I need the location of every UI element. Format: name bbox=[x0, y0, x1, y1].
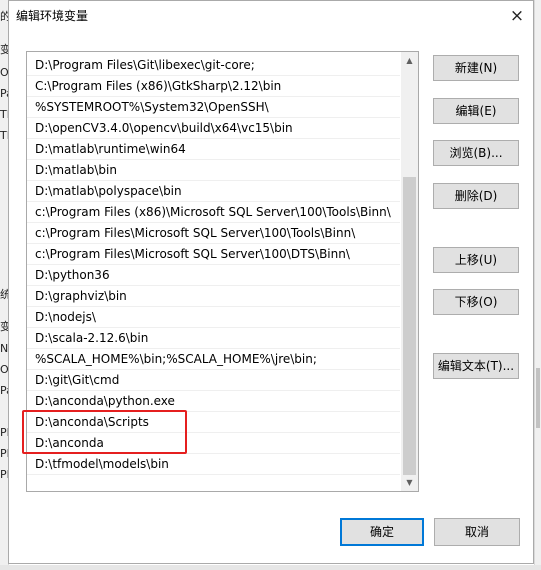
background-label: O bbox=[0, 363, 8, 376]
list-item[interactable]: c:\Program Files\Microsoft SQL Server\10… bbox=[27, 223, 400, 244]
list-item[interactable]: D:\matlab\bin bbox=[27, 160, 400, 181]
move-down-button[interactable]: 下移(O) bbox=[433, 289, 519, 315]
background-label: O bbox=[0, 66, 8, 79]
list-item[interactable]: D:\nodejs\ bbox=[27, 307, 400, 328]
list-item[interactable]: %SCALA_HOME%\bin;%SCALA_HOME%\jre\bin; bbox=[27, 349, 400, 370]
list-item[interactable]: D:\Program Files\Git\libexec\git-core; bbox=[27, 55, 400, 76]
background-label: TI bbox=[0, 129, 8, 142]
list-item[interactable]: D:\git\Git\cmd bbox=[27, 370, 400, 391]
list-item[interactable]: D:\scala-2.12.6\bin bbox=[27, 328, 400, 349]
new-button[interactable]: 新建(N) bbox=[433, 55, 519, 81]
delete-button[interactable]: 删除(D) bbox=[433, 183, 519, 209]
edit-env-variable-dialog: 编辑环境变量 × D:\Program Files\Git\libexec\gi… bbox=[8, 0, 534, 564]
background-label: 统 bbox=[0, 288, 8, 301]
list-item[interactable]: c:\Program Files\Microsoft SQL Server\10… bbox=[27, 244, 400, 265]
close-icon[interactable]: × bbox=[502, 1, 532, 31]
background-label: PF bbox=[0, 447, 8, 460]
background-scroll-thumb bbox=[536, 368, 540, 428]
dialog-title: 编辑环境变量 bbox=[16, 9, 89, 23]
background-label: TE bbox=[0, 108, 8, 121]
background-label: 变 bbox=[0, 320, 8, 333]
move-up-button[interactable]: 上移(U) bbox=[433, 247, 519, 273]
scroll-up-arrow-icon[interactable]: ▲ bbox=[401, 52, 418, 69]
list-item[interactable]: D:\tfmodel\models\bin bbox=[27, 454, 400, 475]
list-item[interactable]: D:\python36 bbox=[27, 265, 400, 286]
edit-text-button[interactable]: 编辑文本(T)... bbox=[433, 353, 519, 379]
background-label: Pa bbox=[0, 87, 8, 100]
list-item[interactable]: D:\matlab\polyspace\bin bbox=[27, 181, 400, 202]
list-vertical-scrollbar[interactable]: ▲ ▼ bbox=[401, 52, 418, 491]
list-item[interactable]: D:\anconda bbox=[27, 433, 400, 454]
list-item[interactable]: D:\graphviz\bin bbox=[27, 286, 400, 307]
background-label: PF bbox=[0, 468, 8, 481]
background-window-scrollbar bbox=[534, 0, 541, 570]
scroll-thumb[interactable] bbox=[403, 177, 416, 475]
list-item[interactable]: D:\matlab\runtime\win64 bbox=[27, 139, 400, 160]
path-entries-container: D:\Program Files\Git\libexec\git-core; C:… bbox=[27, 55, 400, 475]
background-label: PF bbox=[0, 426, 8, 439]
background-label: 的 bbox=[0, 10, 8, 23]
scroll-down-arrow-icon[interactable]: ▼ bbox=[401, 474, 418, 491]
list-item[interactable]: D:\anconda\python.exe bbox=[27, 391, 400, 412]
list-item[interactable]: D:\anconda\Scripts bbox=[27, 412, 400, 433]
list-item[interactable]: c:\Program Files (x86)\Microsoft SQL Ser… bbox=[27, 202, 400, 223]
edit-button[interactable]: 编辑(E) bbox=[433, 98, 519, 124]
path-entries-list[interactable]: D:\Program Files\Git\libexec\git-core; C:… bbox=[26, 51, 419, 492]
background-window-bottom bbox=[0, 565, 541, 570]
background-label: 变 bbox=[0, 43, 8, 56]
list-item[interactable]: D:\openCV3.4.0\opencv\build\x64\vc15\bin bbox=[27, 118, 400, 139]
ok-button[interactable]: 确定 bbox=[340, 518, 424, 546]
list-item[interactable]: C:\Program Files (x86)\GtkSharp\2.12\bin bbox=[27, 76, 400, 97]
cancel-button[interactable]: 取消 bbox=[434, 518, 520, 546]
list-item[interactable]: %SYSTEMROOT%\System32\OpenSSH\ bbox=[27, 97, 400, 118]
background-label: Pa bbox=[0, 384, 8, 397]
browse-button[interactable]: 浏览(B)... bbox=[433, 140, 519, 166]
title-bar[interactable]: 编辑环境变量 × bbox=[9, 1, 533, 31]
background-label: N bbox=[0, 342, 8, 355]
